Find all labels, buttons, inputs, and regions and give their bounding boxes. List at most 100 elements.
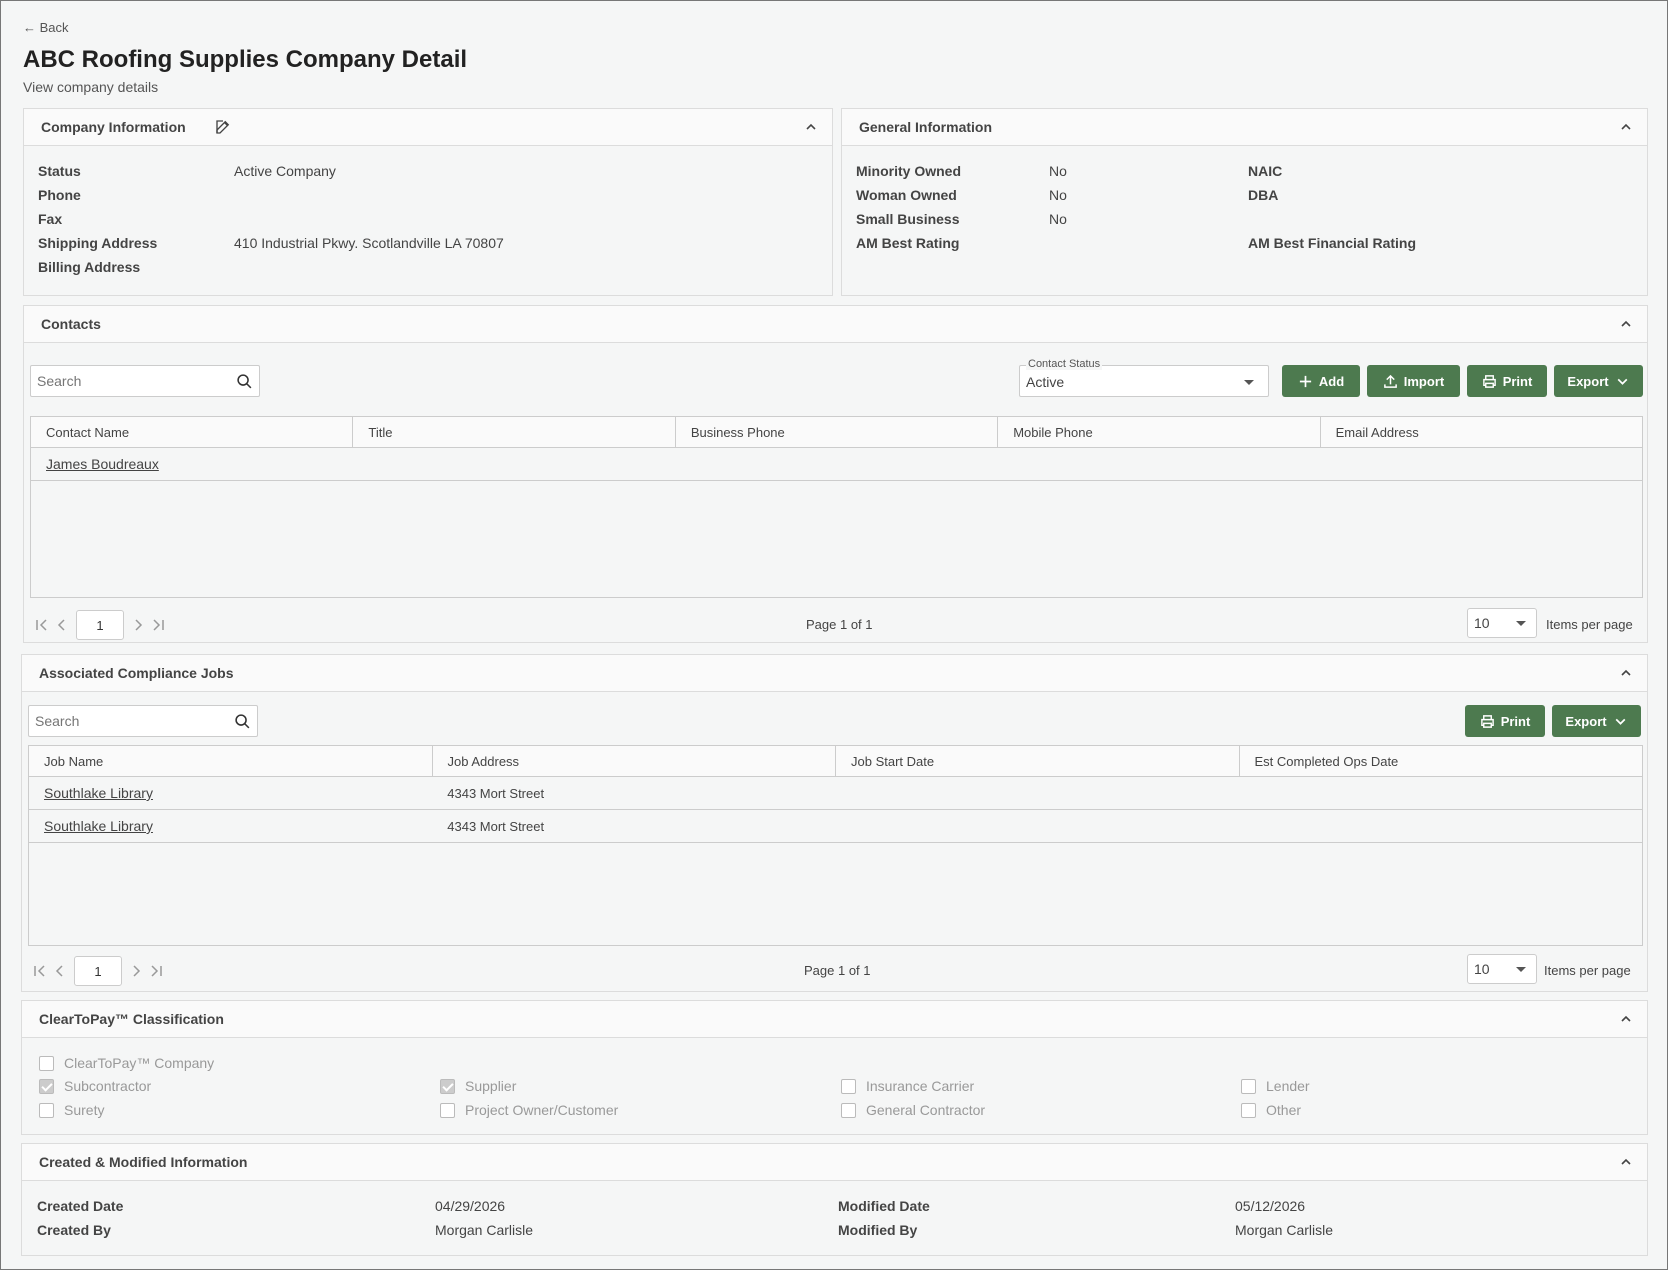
page-info: Page 1 of 1	[806, 617, 873, 632]
cleartopay-company-checkbox[interactable]: ClearToPay™ Company	[39, 1055, 214, 1071]
chevron-up-icon[interactable]	[1619, 120, 1633, 134]
print-contacts-button[interactable]: Print	[1467, 365, 1547, 397]
chevron-up-icon[interactable]	[1619, 1155, 1633, 1169]
company-info-header[interactable]: Company Information	[24, 109, 832, 146]
company-info-heading: Company Information	[41, 119, 186, 135]
search-icon[interactable]	[236, 373, 253, 390]
items-per-page-label: Items per page	[1544, 963, 1631, 978]
add-contact-button[interactable]: Add	[1282, 365, 1360, 397]
contact-name-link[interactable]: James Boudreaux	[46, 456, 159, 472]
classification-header[interactable]: ClearToPay™ Classification	[22, 1001, 1647, 1038]
items-per-page-select[interactable]: 10	[1467, 608, 1537, 638]
classification-heading: ClearToPay™ Classification	[39, 1011, 224, 1027]
back-link[interactable]: ← Back	[23, 20, 69, 35]
status-label: Status	[38, 163, 81, 179]
woman-owned-label: Woman Owned	[856, 187, 957, 203]
checkbox-icon[interactable]	[841, 1102, 856, 1118]
small-business-label: Small Business	[856, 211, 960, 227]
project-owner-checkbox[interactable]: Project Owner/Customer	[440, 1102, 618, 1118]
jobs-search-input[interactable]	[29, 706, 209, 736]
contacts-table-header: Contact Name Title Business Phone Mobile…	[31, 417, 1642, 448]
minority-owned-label: Minority Owned	[856, 163, 961, 179]
page-number-input[interactable]: 1	[76, 610, 124, 640]
prev-page-icon[interactable]	[52, 615, 72, 635]
edit-icon[interactable]	[214, 118, 232, 136]
created-modified-heading: Created & Modified Information	[39, 1154, 248, 1170]
upload-icon	[1383, 374, 1397, 388]
created-modified-header[interactable]: Created & Modified Information	[22, 1144, 1647, 1181]
jobs-heading: Associated Compliance Jobs	[39, 665, 234, 681]
import-contacts-button[interactable]: Import	[1367, 365, 1460, 397]
contacts-pager: 1	[32, 610, 168, 640]
contacts-header[interactable]: Contacts	[24, 306, 1647, 343]
next-page-icon[interactable]	[126, 961, 146, 981]
table-row: James Boudreaux	[31, 448, 1642, 481]
last-page-icon[interactable]	[146, 961, 166, 981]
contact-status-value: Active	[1026, 374, 1065, 390]
column-header[interactable]: Job Name	[29, 746, 433, 776]
modified-date-value: 05/12/2026	[1235, 1198, 1306, 1214]
chevron-up-icon[interactable]	[1619, 317, 1633, 331]
print-jobs-button[interactable]: Print	[1465, 705, 1545, 737]
last-page-icon[interactable]	[148, 615, 168, 635]
lender-checkbox[interactable]: Lender	[1241, 1078, 1310, 1094]
contacts-panel: Contacts Contact Status Active Add Impor…	[23, 305, 1648, 643]
column-header[interactable]: Mobile Phone	[998, 417, 1321, 447]
job-name-link[interactable]: Southlake Library	[44, 818, 153, 834]
search-icon[interactable]	[234, 713, 251, 730]
checkbox-icon[interactable]	[39, 1055, 54, 1071]
fax-label: Fax	[38, 211, 63, 227]
column-header[interactable]: Contact Name	[31, 417, 354, 447]
checkbox-icon[interactable]	[841, 1078, 856, 1094]
general-info-header[interactable]: General Information	[842, 109, 1647, 146]
column-header[interactable]: Email Address	[1321, 417, 1642, 447]
contacts-search-input[interactable]	[31, 366, 211, 396]
jobs-header[interactable]: Associated Compliance Jobs	[22, 655, 1647, 692]
page-subtitle: View company details	[23, 79, 159, 95]
checkbox-icon[interactable]	[39, 1102, 54, 1118]
am-best-financial-rating-label: AM Best Financial Rating	[1248, 235, 1417, 251]
insurance-carrier-checkbox[interactable]: Insurance Carrier	[841, 1078, 974, 1094]
export-contacts-button[interactable]: Export	[1554, 365, 1643, 397]
column-header[interactable]: Job Start Date	[836, 746, 1240, 776]
chevron-up-icon[interactable]	[1619, 1012, 1633, 1026]
shipping-address-label: Shipping Address	[38, 235, 158, 251]
checkbox-checked-icon[interactable]	[440, 1078, 455, 1094]
jobs-pager: 1	[30, 956, 166, 986]
surety-checkbox[interactable]: Surety	[39, 1102, 104, 1118]
job-name-link[interactable]: Southlake Library	[44, 785, 153, 801]
first-page-icon[interactable]	[30, 961, 50, 981]
checkbox-icon[interactable]	[1241, 1102, 1256, 1118]
phone-label: Phone	[38, 187, 81, 203]
created-by-label: Created By	[37, 1222, 111, 1238]
contact-status-select[interactable]: Contact Status Active	[1019, 358, 1269, 397]
checkbox-checked-icon[interactable]	[39, 1078, 54, 1094]
page-number-input[interactable]: 1	[74, 956, 122, 986]
naic-label: NAIC	[1248, 163, 1283, 179]
chevron-down-icon	[1615, 718, 1625, 725]
prev-page-icon[interactable]	[50, 961, 70, 981]
column-header[interactable]: Title	[353, 417, 676, 447]
contacts-search[interactable]	[30, 365, 260, 397]
column-header[interactable]: Business Phone	[676, 417, 999, 447]
chevron-up-icon[interactable]	[1619, 666, 1633, 680]
table-row: Southlake Library 4343 Mort Street	[29, 777, 1642, 810]
checkbox-icon[interactable]	[440, 1102, 455, 1118]
page-title: ABC Roofing Supplies Company Detail	[23, 46, 468, 73]
export-jobs-button[interactable]: Export	[1552, 705, 1641, 737]
other-checkbox[interactable]: Other	[1241, 1102, 1301, 1118]
general-contractor-checkbox[interactable]: General Contractor	[841, 1102, 985, 1118]
next-page-icon[interactable]	[128, 615, 148, 635]
items-per-page-select[interactable]: 10	[1467, 954, 1537, 984]
column-header[interactable]: Est Completed Ops Date	[1240, 746, 1643, 776]
column-header[interactable]: Job Address	[433, 746, 836, 776]
general-info-heading: General Information	[859, 119, 993, 135]
jobs-search[interactable]	[28, 705, 258, 737]
subcontractor-checkbox[interactable]: Subcontractor	[39, 1078, 151, 1094]
chevron-up-icon[interactable]	[804, 120, 818, 134]
shipping-address-value: 410 Industrial Pkwy. Scotlandville LA 70…	[234, 235, 504, 251]
supplier-checkbox[interactable]: Supplier	[440, 1078, 516, 1094]
classification-panel: ClearToPay™ Classification ClearToPay™ C…	[21, 1000, 1648, 1135]
first-page-icon[interactable]	[32, 615, 52, 635]
checkbox-icon[interactable]	[1241, 1078, 1256, 1094]
